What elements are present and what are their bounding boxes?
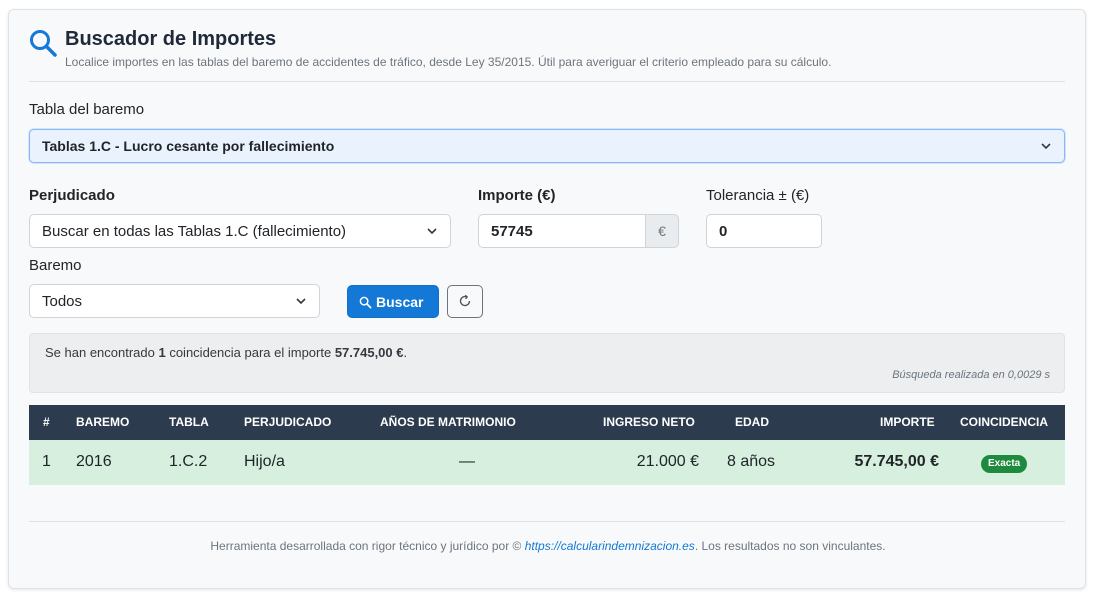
cell-edad: 8 años xyxy=(727,453,776,470)
col-edad: EDAD xyxy=(735,415,770,429)
cell-baremo: 2016 xyxy=(76,453,112,470)
col-tabla: TABLA xyxy=(169,415,209,429)
col-baremo: BAREMO xyxy=(76,415,130,429)
cell-num: 1 xyxy=(42,453,51,470)
cell-perjudicado: Hijo/a xyxy=(244,453,285,470)
col-importe: IMPORTE xyxy=(880,415,935,429)
results-summary: Se han encontrado 1 coincidencia para el… xyxy=(29,333,1065,393)
importe-input[interactable]: 57745 xyxy=(478,214,646,248)
chevron-down-icon xyxy=(296,298,306,305)
divider xyxy=(29,81,1065,82)
tabla-label: Tabla del baremo xyxy=(29,101,145,118)
footer-link[interactable]: https://calcularindemnizacion.es xyxy=(525,539,695,553)
results-message: Se han encontrado 1 coincidencia para el… xyxy=(45,345,408,360)
tolerancia-input[interactable]: 0 xyxy=(706,214,822,248)
cell-tabla: 1.C.2 xyxy=(169,453,208,470)
cell-anos: — xyxy=(459,453,475,470)
chevron-down-icon xyxy=(427,228,437,235)
search-button[interactable]: Buscar xyxy=(347,285,439,318)
footer-note: Herramienta desarrollada con rigor técni… xyxy=(210,539,886,553)
col-ingreso-neto: INGRESO NETO xyxy=(603,415,695,429)
results-amount: 57.745,00 € xyxy=(334,345,404,360)
importe-input-value: 57745 xyxy=(491,223,533,240)
baremo-select-value: Todos xyxy=(42,293,83,310)
refresh-icon xyxy=(459,294,471,307)
search-icon xyxy=(30,30,57,57)
search-icon xyxy=(359,296,372,309)
divider xyxy=(29,521,1065,522)
col-num: # xyxy=(43,415,50,429)
perjudicado-select[interactable]: Buscar en todas las Tablas 1.C (fallecim… xyxy=(29,214,451,248)
tabla-select[interactable]: Tablas 1.C - Lucro cesante por fallecimi… xyxy=(29,129,1065,163)
results-count: 1 xyxy=(158,345,166,360)
cell-ingreso: 21.000 € xyxy=(636,453,699,470)
cell-importe: 57.745,00 € xyxy=(854,453,939,470)
baremo-label: Baremo xyxy=(29,257,82,274)
tolerancia-label: Tolerancia ± (€) xyxy=(706,187,810,204)
page-subtitle: Localice importes en las tablas del bare… xyxy=(65,55,832,69)
search-card: Buscador de Importes Localice importes e… xyxy=(8,9,1086,589)
col-coincidencia: COINCIDENCIA xyxy=(960,415,1049,429)
tabla-select-value: Tablas 1.C - Lucro cesante por fallecimi… xyxy=(42,138,335,154)
perjudicado-label: Perjudicado xyxy=(29,187,115,204)
chevron-down-icon xyxy=(1041,143,1051,150)
page-title: Buscador de Importes xyxy=(65,28,277,50)
col-anos-matrimonio: AÑOS DE MATRIMONIO xyxy=(380,415,516,429)
baremo-select[interactable]: Todos xyxy=(29,284,320,318)
importe-label: Importe (€) xyxy=(478,187,556,204)
search-time: Búsqueda realizada en 0,0029 s xyxy=(892,369,1050,381)
euro-addon: € xyxy=(645,214,679,248)
search-button-label: Buscar xyxy=(376,294,424,310)
table-row: 1 2016 1.C.2 Hijo/a — 21.000 € 8 años 57… xyxy=(29,440,1065,485)
table-header: # BAREMO TABLA PERJUDICADO AÑOS DE MATRI… xyxy=(29,405,1065,440)
tolerancia-input-value: 0 xyxy=(719,223,728,240)
col-perjudicado: PERJUDICADO xyxy=(244,415,332,429)
match-badge: Exacta xyxy=(981,455,1028,473)
reset-button[interactable] xyxy=(447,285,483,318)
perjudicado-select-value: Buscar en todas las Tablas 1.C (fallecim… xyxy=(42,223,347,240)
